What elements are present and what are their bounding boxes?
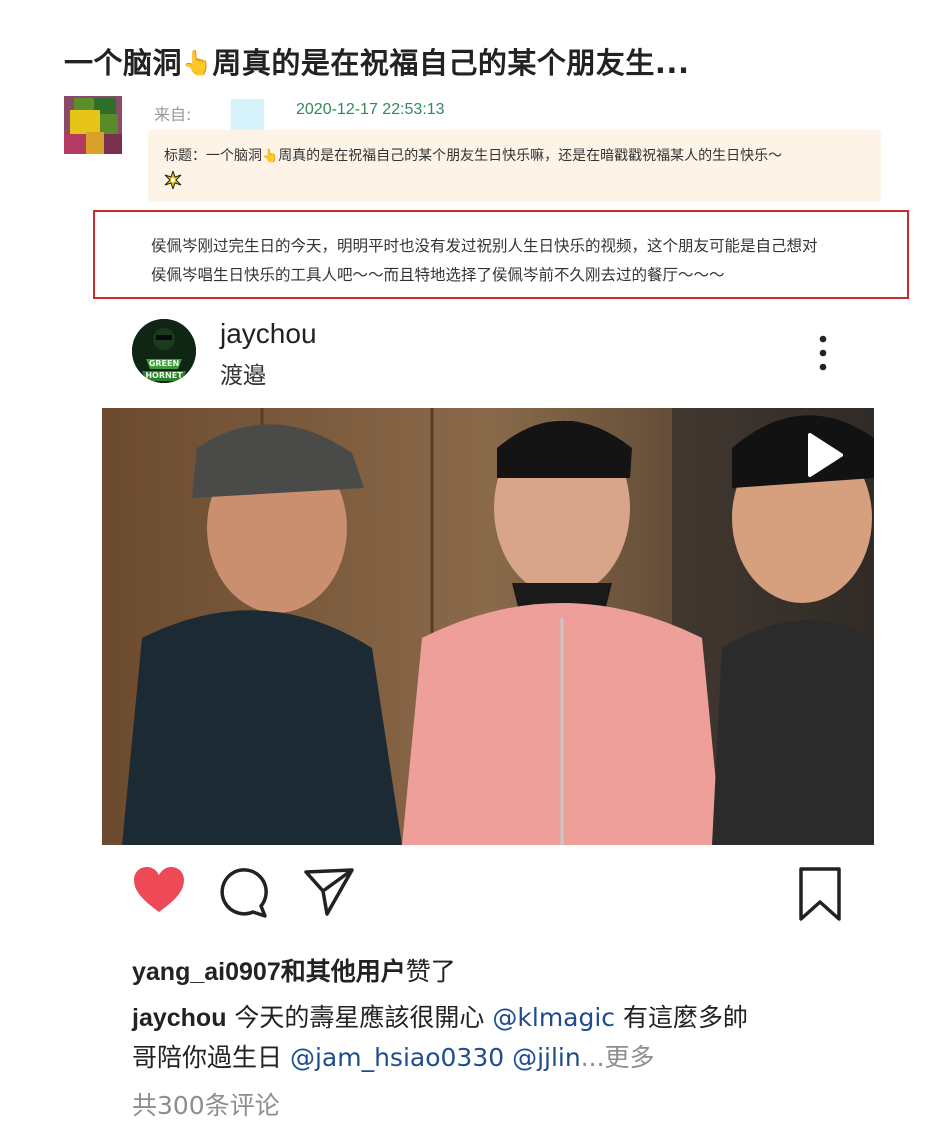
post-photo[interactable] <box>102 408 874 845</box>
subject-text-start: 标题：一个脑洞 <box>164 148 262 164</box>
likes-suffix: 赞了 <box>405 957 456 986</box>
bookmark-icon[interactable] <box>797 866 843 922</box>
subject-text: 标题：一个脑洞👆周真的是在祝福自己的某个朋友生日快乐嘛，还是在暗戳戳祝福某人的生… <box>164 145 782 165</box>
instagram-location[interactable]: 渡邉 <box>220 356 266 390</box>
svg-text:HORNET: HORNET <box>145 371 183 380</box>
pointing-up-finger-icon: 👆 <box>182 49 213 77</box>
author-name-redacted[interactable] <box>231 99 264 131</box>
subject-box: 标题：一个脑洞👆周真的是在祝福自己的某个朋友生日快乐嘛，还是在暗戳戳祝福某人的生… <box>148 130 881 202</box>
pointing-up-finger-icon: 👆 <box>262 149 279 164</box>
caption-line-1: jaychou 今天的壽星應該很開心 @klmagic 有這麼多帥 <box>132 998 748 1034</box>
highlighted-body: 侯佩岑刚过完生日的今天，明明平时也没有发过祝别人生日快乐的视频，这个朋友可能是自… <box>93 210 909 299</box>
caption-text-1: 今天的壽星應該很開心 <box>226 1003 493 1032</box>
comment-icon[interactable] <box>217 866 269 918</box>
more-link[interactable]: ...更多 <box>581 1043 655 1072</box>
caption-user[interactable]: jaychou <box>132 1004 226 1032</box>
mention-link[interactable]: @klmagic <box>492 1003 615 1032</box>
likes-line: yang_ai0907和其他用户赞了 <box>132 952 456 988</box>
caption-text-2: 有這麼多帥 <box>615 1003 748 1032</box>
mention-link[interactable]: @jam_hsiao0330 <box>290 1043 504 1072</box>
post-title-start: 一个脑洞 <box>64 46 183 80</box>
body-line-2: 侯佩岑唱生日快乐的工具人吧～～而且特地选择了侯佩岑前不久刚去过的餐厅～～～ <box>151 266 725 284</box>
more-vertical-icon[interactable] <box>812 334 834 372</box>
post-title-end: 周真的是在祝福自己的某个朋友生... <box>212 46 690 80</box>
likes-user[interactable]: yang_ai0907 <box>132 958 281 986</box>
mention-link[interactable]: @jjlin <box>504 1043 581 1072</box>
caption-text-3: 哥陪你過生日 <box>132 1043 290 1072</box>
post-date: 2020-12-17 22:53:13 <box>296 101 445 118</box>
svg-text:GREEN: GREEN <box>149 359 179 368</box>
subject-text-end: 周真的是在祝福自己的某个朋友生日快乐嘛，还是在暗戳戳祝福某人的生日快乐～ <box>278 148 783 164</box>
share-icon[interactable] <box>303 867 355 917</box>
likes-others[interactable]: 和其他用户 <box>281 958 406 986</box>
caption-line-2: 哥陪你過生日 @jam_hsiao0330 @jjlin...更多 <box>132 1038 655 1074</box>
from-label: 来自: <box>154 105 192 124</box>
instagram-username[interactable]: jaychou <box>220 318 317 350</box>
sparkle-icon <box>164 171 182 189</box>
comments-count-link[interactable]: 共300条评论 <box>132 1086 280 1121</box>
body-line-1: 侯佩岑刚过完生日的今天，明明平时也没有发过祝别人生日快乐的视频，这个朋友可能是自… <box>151 237 818 255</box>
play-icon[interactable] <box>804 432 844 478</box>
author-avatar[interactable] <box>64 96 122 154</box>
instagram-avatar[interactable]: GREEN HORNET <box>132 319 196 383</box>
heart-icon[interactable] <box>132 865 186 915</box>
post-title: 一个脑洞👆周真的是在祝福自己的某个朋友生... <box>64 40 924 82</box>
